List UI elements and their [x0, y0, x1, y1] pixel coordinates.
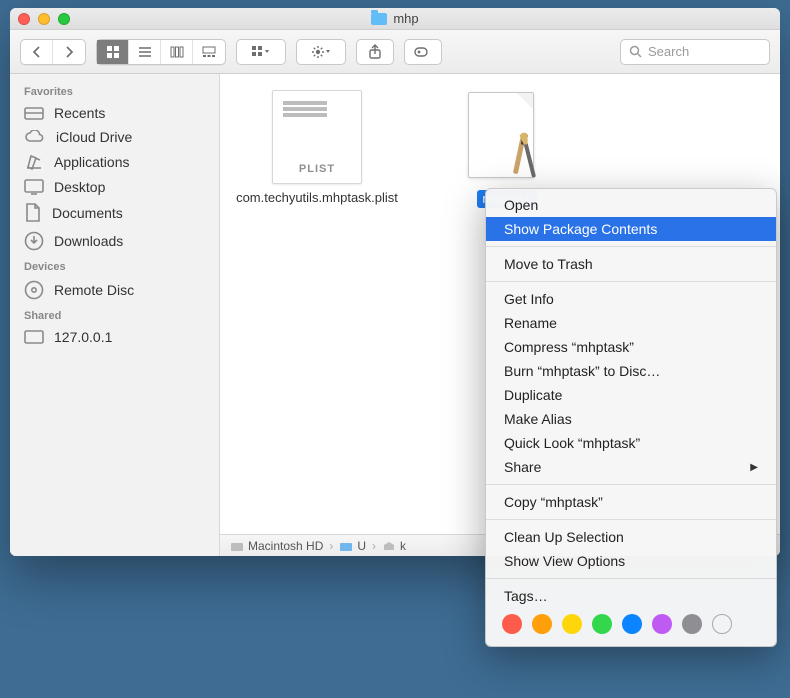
path-crumb[interactable]: k	[382, 539, 406, 553]
sidebar-item-remote-disc[interactable]: Remote Disc	[10, 276, 219, 304]
menu-quick-look[interactable]: Quick Look “mhptask”	[486, 431, 776, 455]
close-window-button[interactable]	[18, 13, 30, 25]
nav-buttons	[20, 39, 86, 65]
file-item-plist[interactable]: com.techyutils.mhptask.plist	[242, 90, 392, 206]
menu-separator	[486, 281, 776, 282]
view-icons-button[interactable]	[97, 40, 129, 64]
chevron-right-icon: ›	[329, 539, 333, 553]
tag-yellow[interactable]	[562, 614, 582, 634]
search-icon	[629, 45, 642, 58]
sidebar-item-recents[interactable]: Recents	[10, 101, 219, 125]
menu-move-to-trash[interactable]: Move to Trash	[486, 252, 776, 276]
toolbar: Search	[10, 30, 780, 74]
sidebar-item-icloud[interactable]: iCloud Drive	[10, 125, 219, 149]
tags-row	[486, 608, 776, 642]
window-title-text: mhp	[393, 11, 418, 26]
menu-separator	[486, 484, 776, 485]
menu-rename[interactable]: Rename	[486, 311, 776, 335]
sidebar-item-documents[interactable]: Documents	[10, 199, 219, 227]
menu-make-alias[interactable]: Make Alias	[486, 407, 776, 431]
tag-red[interactable]	[502, 614, 522, 634]
group-button[interactable]	[236, 39, 286, 65]
folder-icon	[371, 13, 387, 25]
tag-gray[interactable]	[682, 614, 702, 634]
tag-purple[interactable]	[652, 614, 672, 634]
application-icon	[462, 90, 552, 184]
sidebar-item-applications[interactable]: Applications	[10, 149, 219, 175]
menu-compress[interactable]: Compress “mhptask”	[486, 335, 776, 359]
menu-separator	[486, 246, 776, 247]
sidebar-section-favorites: Favorites	[10, 80, 219, 101]
view-gallery-button[interactable]	[193, 40, 225, 64]
menu-duplicate[interactable]: Duplicate	[486, 383, 776, 407]
menu-tags[interactable]: Tags…	[486, 584, 776, 608]
sidebar-item-shared-host[interactable]: 127.0.0.1	[10, 325, 219, 349]
tag-blue[interactable]	[622, 614, 642, 634]
chevron-right-icon: ›	[372, 539, 376, 553]
menu-get-info[interactable]: Get Info	[486, 287, 776, 311]
tag-green[interactable]	[592, 614, 612, 634]
path-crumb[interactable]: Macintosh HD	[230, 539, 323, 553]
sidebar-section-devices: Devices	[10, 255, 219, 276]
view-list-button[interactable]	[129, 40, 161, 64]
sidebar-item-downloads[interactable]: Downloads	[10, 227, 219, 255]
path-crumb[interactable]: U	[339, 539, 366, 553]
menu-clean-up[interactable]: Clean Up Selection	[486, 525, 776, 549]
minimize-window-button[interactable]	[38, 13, 50, 25]
menu-open[interactable]: Open	[486, 193, 776, 217]
window-controls	[18, 13, 70, 25]
sidebar: Favorites Recents iCloud Drive Applicati…	[10, 74, 220, 556]
search-field[interactable]: Search	[620, 39, 770, 65]
action-button[interactable]	[296, 39, 346, 65]
tag-orange[interactable]	[532, 614, 552, 634]
share-button[interactable]	[356, 39, 394, 65]
view-buttons	[96, 39, 226, 65]
file-name: com.techyutils.mhptask.plist	[236, 190, 398, 206]
window-title: mhp	[10, 11, 780, 26]
menu-burn[interactable]: Burn “mhptask” to Disc…	[486, 359, 776, 383]
view-columns-button[interactable]	[161, 40, 193, 64]
plist-icon	[272, 90, 362, 184]
context-menu: Open Show Package Contents Move to Trash…	[485, 188, 777, 647]
titlebar: mhp	[10, 8, 780, 30]
menu-separator	[486, 578, 776, 579]
menu-show-package-contents[interactable]: Show Package Contents	[486, 217, 776, 241]
tags-button[interactable]	[404, 39, 442, 65]
sidebar-item-desktop[interactable]: Desktop	[10, 175, 219, 199]
menu-separator	[486, 519, 776, 520]
sidebar-section-shared: Shared	[10, 304, 219, 325]
forward-button[interactable]	[53, 40, 85, 64]
menu-view-options[interactable]: Show View Options	[486, 549, 776, 573]
tag-none[interactable]	[712, 614, 732, 634]
search-placeholder: Search	[648, 44, 689, 59]
menu-share[interactable]: Share	[486, 455, 776, 479]
zoom-window-button[interactable]	[58, 13, 70, 25]
back-button[interactable]	[21, 40, 53, 64]
menu-copy[interactable]: Copy “mhptask”	[486, 490, 776, 514]
